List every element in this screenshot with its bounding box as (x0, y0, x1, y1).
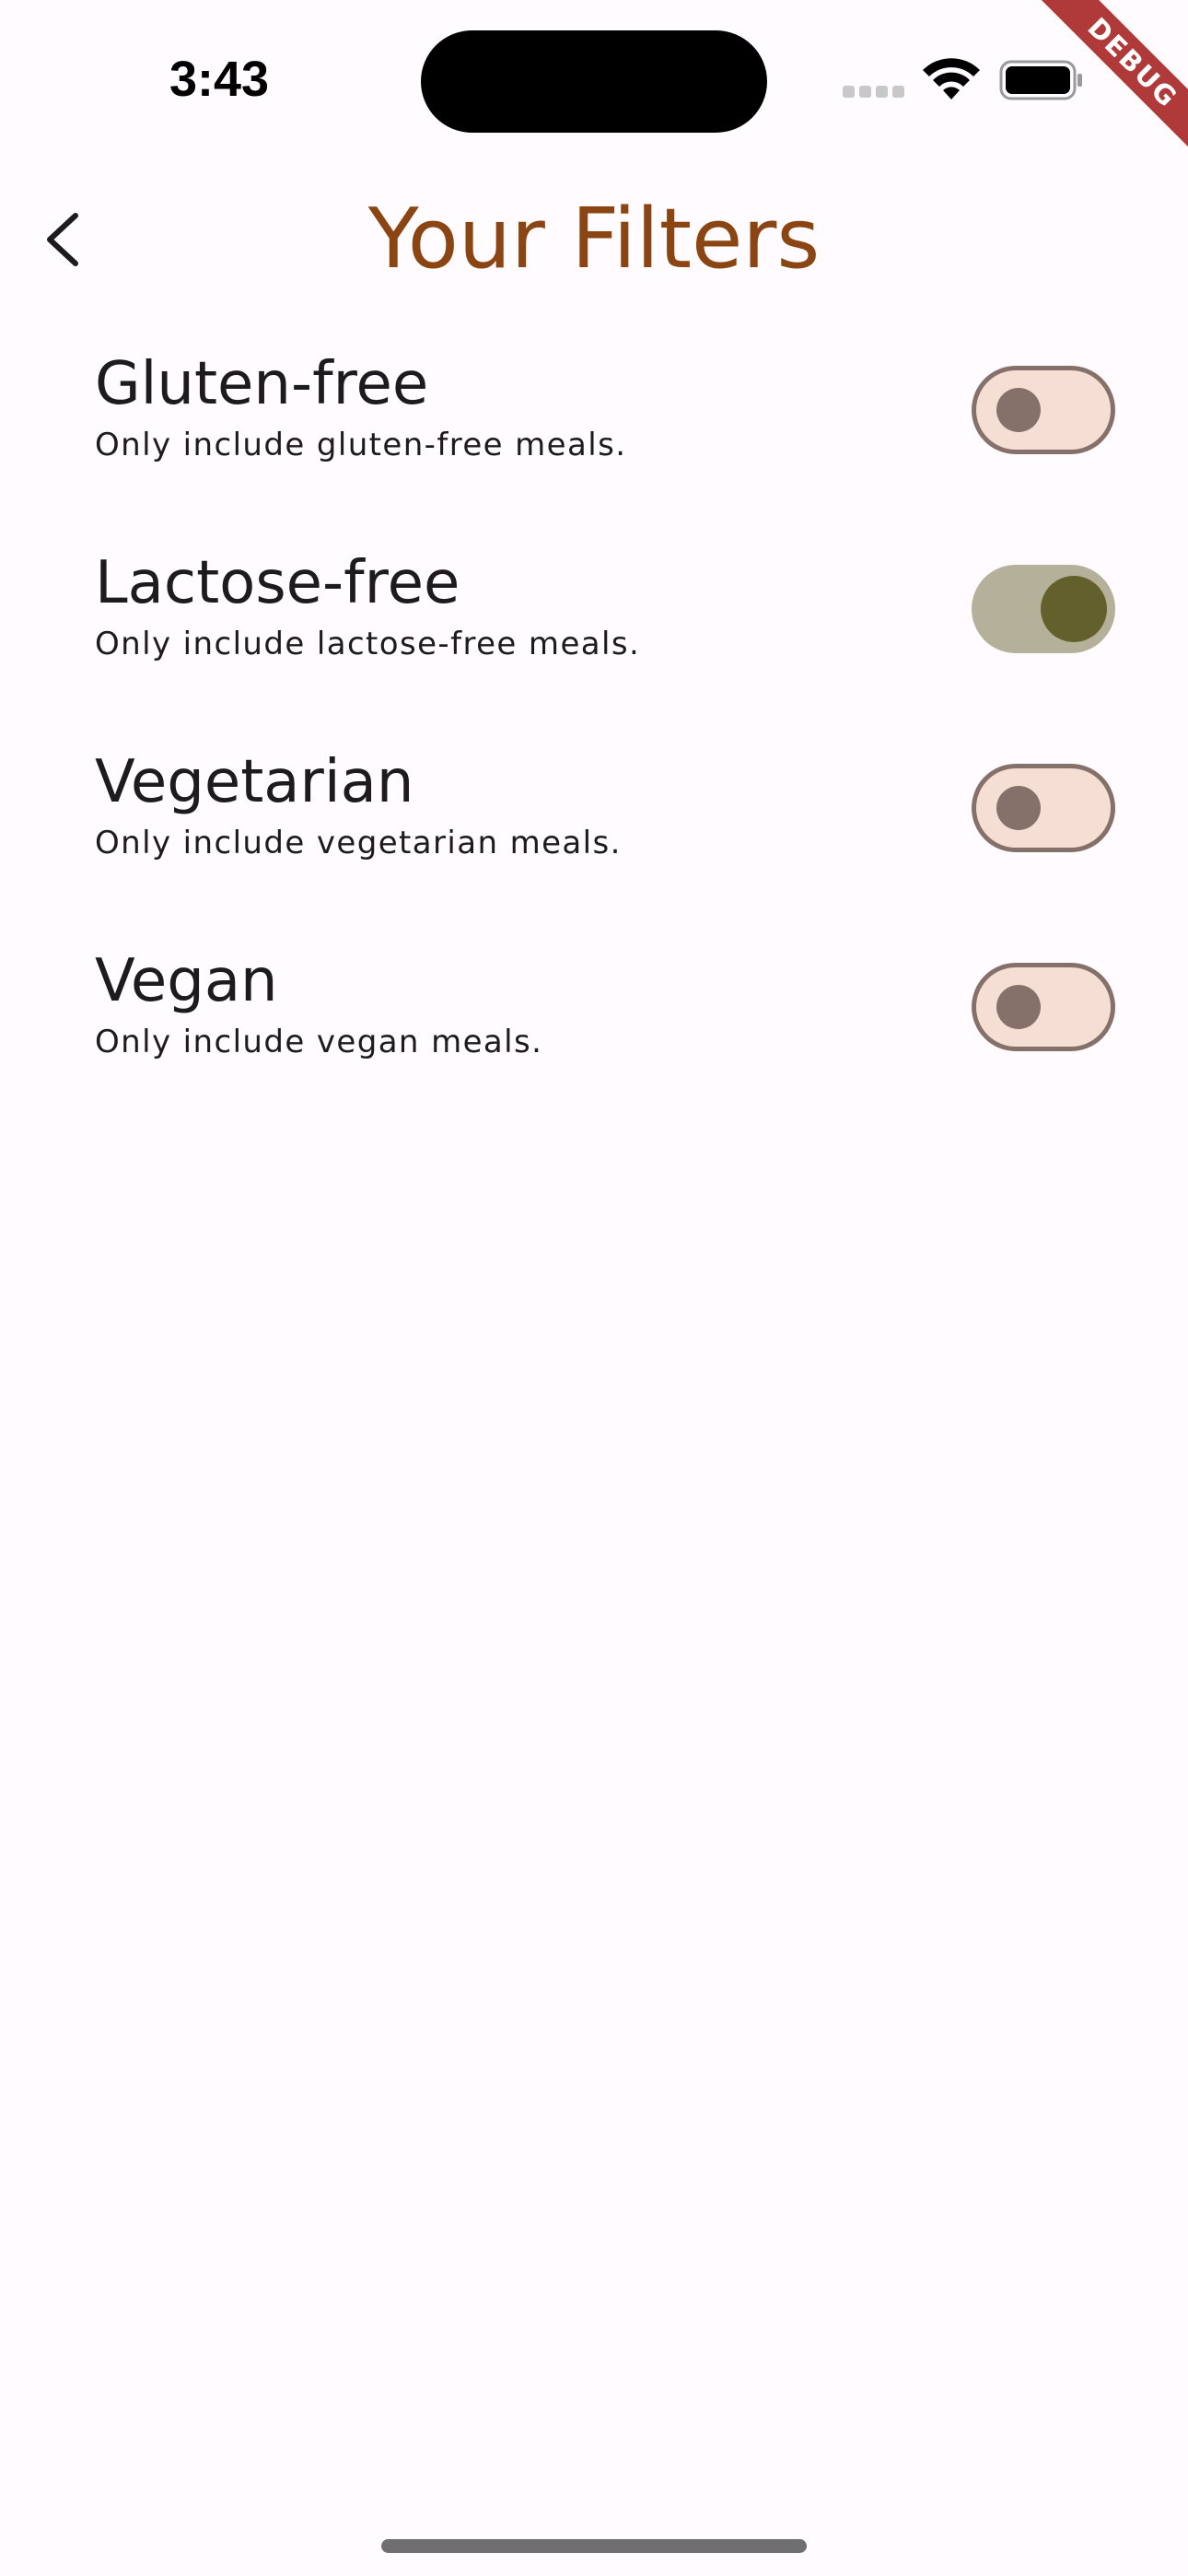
home-indicator[interactable] (381, 2539, 807, 2553)
filter-subtitle: Only include vegetarian meals. (95, 825, 622, 861)
wifi-icon (923, 58, 980, 100)
filter-subtitle: Only include gluten-free meals. (95, 427, 627, 463)
status-time: 3:43 (169, 52, 270, 107)
battery-icon (999, 60, 1082, 100)
filter-row-gluten-free[interactable]: Gluten-free Only include gluten-free mea… (0, 347, 1188, 546)
filter-title: Gluten-free (95, 350, 429, 418)
filter-title: Vegetarian (95, 748, 414, 816)
filter-title: Vegan (95, 947, 278, 1015)
filter-row-lactose-free[interactable]: Lactose-free Only include lactose-free m… (0, 546, 1188, 745)
filter-title: Lactose-free (95, 549, 460, 617)
vegetarian-switch[interactable] (972, 764, 1115, 852)
filter-subtitle: Only include lactose-free meals. (95, 626, 641, 662)
filter-subtitle: Only include vegan meals. (95, 1024, 543, 1060)
gluten-free-switch[interactable] (972, 366, 1115, 454)
switch-knob (996, 786, 1041, 830)
dynamic-island (421, 30, 767, 133)
cellular-signal-icon (843, 86, 905, 99)
page-title: Your Filters (367, 191, 821, 287)
switch-knob (996, 388, 1041, 432)
switch-knob (996, 985, 1041, 1029)
switch-knob (1041, 576, 1107, 642)
vegan-switch[interactable] (972, 963, 1115, 1051)
filter-row-vegan[interactable]: Vegan Only include vegan meals. (0, 944, 1188, 1143)
filter-row-vegetarian[interactable]: Vegetarian Only include vegetarian meals… (0, 745, 1188, 944)
lactose-free-switch[interactable] (972, 565, 1115, 653)
